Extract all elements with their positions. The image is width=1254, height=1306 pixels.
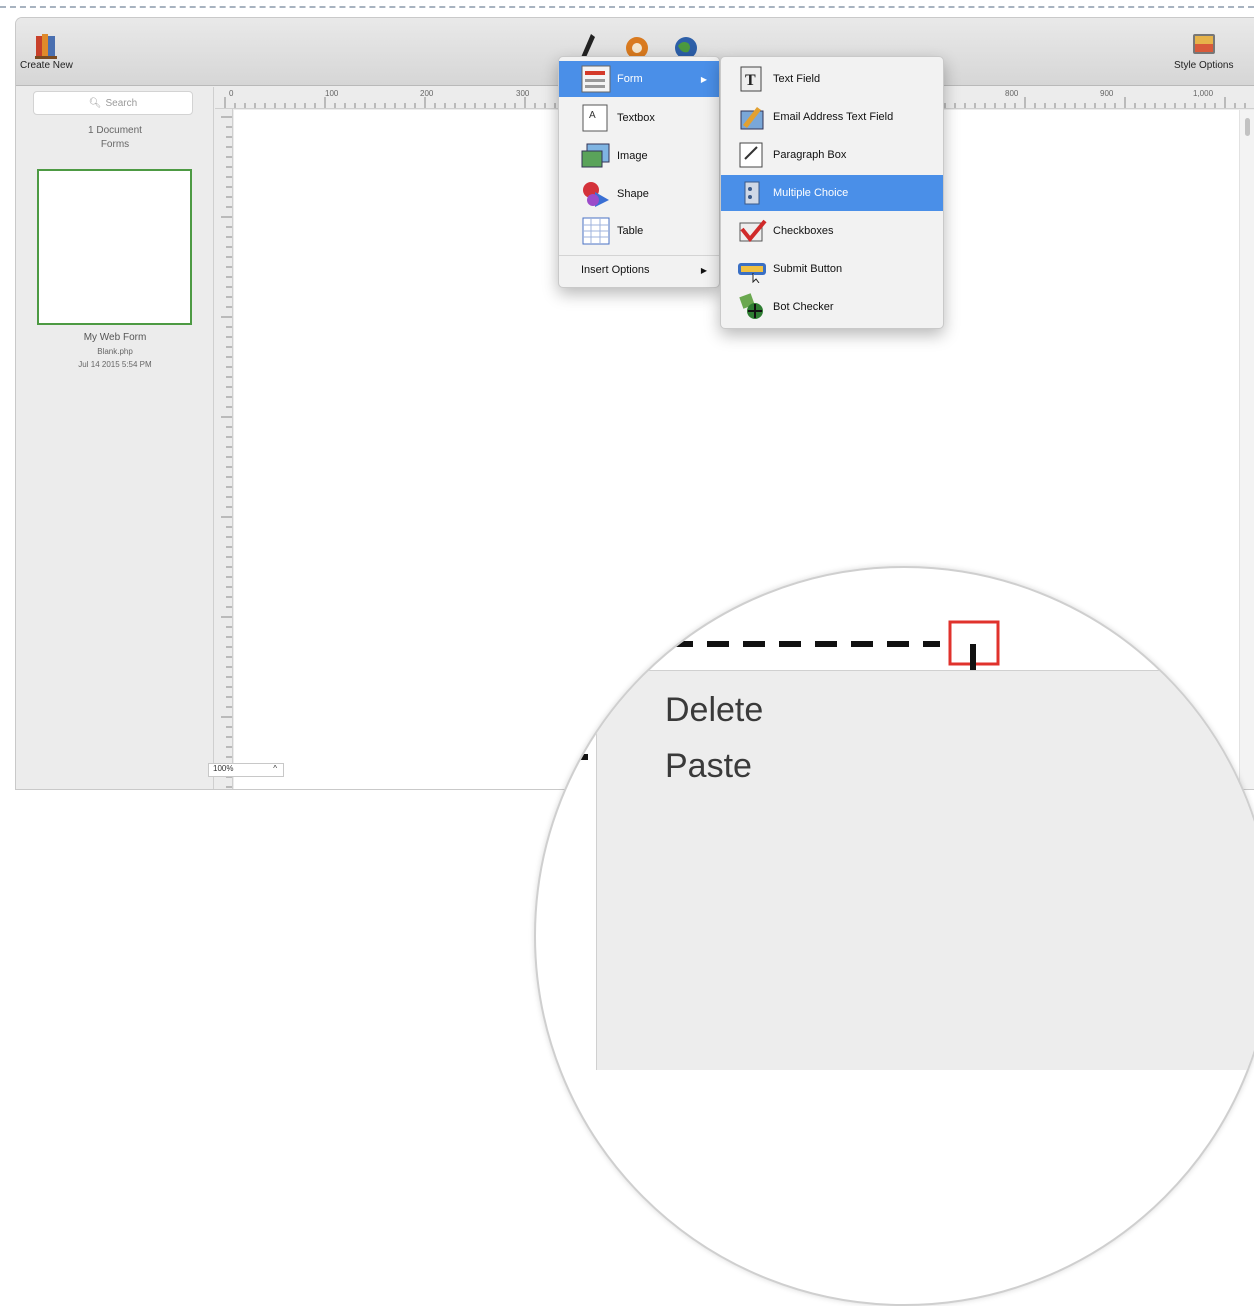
menu-item-label: Textbox xyxy=(617,112,655,124)
menu-item-table[interactable]: Table xyxy=(559,213,719,249)
document-date: Jul 14 2015 5:54 PM xyxy=(78,360,152,369)
menu-item-label: Paragraph Box xyxy=(773,149,847,161)
create-new-button[interactable]: Create New xyxy=(20,30,73,71)
menu-item-bot-checker[interactable]: Bot Checker xyxy=(721,289,943,325)
style-options-label: Style Options xyxy=(1174,60,1234,71)
document-thumbnail[interactable] xyxy=(37,169,192,325)
menu-item-label: Checkboxes xyxy=(773,225,834,237)
magnifier-callout: Delete Paste xyxy=(534,566,1254,1306)
ruler-label: 900 xyxy=(1100,89,1114,98)
paragraph-box-icon xyxy=(737,141,767,169)
text-field-icon: T xyxy=(737,65,767,93)
style-options-button[interactable]: Style Options xyxy=(1174,30,1233,71)
create-new-label: Create New xyxy=(20,60,73,71)
checkboxes-icon xyxy=(737,217,767,245)
ruler-label: 0 xyxy=(229,89,234,98)
context-menu-delete[interactable]: Delete xyxy=(665,691,763,730)
style-palette-icon xyxy=(1192,34,1215,54)
document-category: Forms xyxy=(100,139,130,150)
svg-text:T: T xyxy=(745,72,756,89)
menu-item-email-field[interactable]: Email Address Text Field xyxy=(721,99,943,135)
menu-item-checkboxes[interactable]: Checkboxes xyxy=(721,213,943,249)
menu-item-label: Multiple Choice xyxy=(773,187,849,199)
ruler-ticks xyxy=(221,116,232,788)
textbox-icon: A xyxy=(581,104,611,132)
scroll-thumb[interactable] xyxy=(1245,118,1250,136)
menu-item-label: Form xyxy=(617,73,643,85)
form-icon xyxy=(581,65,611,93)
zoom-value: 100% xyxy=(213,764,234,773)
magnified-context-menu: Delete Paste xyxy=(596,670,1254,1070)
menu-item-multiple-choice[interactable]: Multiple Choice xyxy=(721,175,943,211)
menu-item-label: Email Address Text Field xyxy=(773,111,894,123)
search-icon: 🔍︎ xyxy=(88,97,102,109)
context-menu-paste[interactable]: Paste xyxy=(665,747,752,786)
chevron-up-icon: ^ xyxy=(273,764,277,773)
menu-item-label: Shape xyxy=(617,188,649,200)
submit-button-icon xyxy=(737,255,767,283)
menu-item-label: Table xyxy=(617,225,644,237)
ruler-label: 800 xyxy=(1005,89,1019,98)
email-field-icon xyxy=(737,103,767,131)
menu-item-paragraph-box[interactable]: Paragraph Box xyxy=(721,137,943,173)
svg-text:A: A xyxy=(589,110,596,121)
document-name: My Web Form xyxy=(83,332,147,343)
menu-item-text-field[interactable]: T Text Field xyxy=(721,61,943,97)
menu-item-label: Bot Checker xyxy=(773,301,834,313)
menu-item-label: Image xyxy=(617,150,648,162)
ruler-label: 100 xyxy=(325,89,339,98)
table-icon xyxy=(581,217,611,245)
document-file: Blank.php xyxy=(97,347,133,356)
insert-menu: Form ▶ A Textbox Image Shape Table Inser… xyxy=(558,56,720,288)
page-dashed-border xyxy=(0,6,1254,8)
search-placeholder: Search xyxy=(105,97,138,109)
submenu-arrow-icon: ▶ xyxy=(700,265,707,275)
submenu-arrow-icon: ▶ xyxy=(700,74,707,84)
books-icon xyxy=(35,34,58,59)
menu-item-submit-button[interactable]: Submit Button xyxy=(721,251,943,287)
menu-item-label: Submit Button xyxy=(773,263,843,275)
menu-item-insert-options[interactable]: Insert Options ▶ xyxy=(559,255,719,285)
shape-icon xyxy=(581,180,611,208)
vertical-ruler xyxy=(215,109,233,789)
menu-item-image[interactable]: Image xyxy=(559,138,719,174)
menu-item-shape[interactable]: Shape xyxy=(559,176,719,212)
magnified-selection-handle xyxy=(536,744,588,772)
multiple-choice-icon xyxy=(737,179,767,207)
ruler-label: 300 xyxy=(516,89,530,98)
menu-item-label: Insert Options xyxy=(581,264,650,276)
ruler-label: 200 xyxy=(420,89,434,98)
image-icon xyxy=(581,142,611,170)
zoom-select[interactable]: 100% ^ xyxy=(208,763,284,777)
document-count: 1 Document xyxy=(88,125,142,136)
bot-checker-icon xyxy=(737,293,767,321)
document-sidebar: 🔍︎ Search 1 Document Forms My Web Form B… xyxy=(16,87,214,789)
menu-item-form[interactable]: Form ▶ xyxy=(559,61,719,97)
menu-item-label: Text Field xyxy=(773,73,821,85)
search-input[interactable]: 🔍︎ Search xyxy=(33,91,193,115)
form-submenu: T Text Field Email Address Text Field Pa… xyxy=(720,56,944,329)
menu-item-textbox[interactable]: A Textbox xyxy=(559,100,719,136)
ruler-label: 1,000 xyxy=(1193,89,1214,98)
